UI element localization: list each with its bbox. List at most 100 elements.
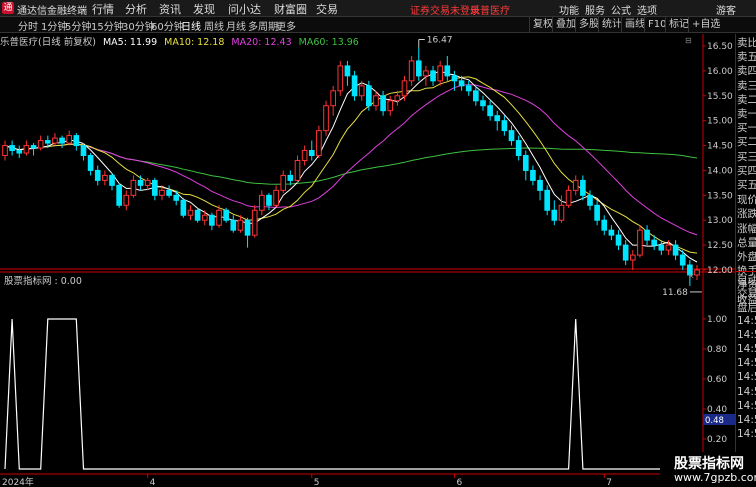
tab-daily[interactable]: 日线 (181, 18, 201, 33)
tab-weekly[interactable]: 周线 (204, 18, 224, 33)
statistics-button[interactable]: 统计 (598, 17, 622, 32)
window-restore-icon[interactable]: ⊟ (685, 36, 692, 45)
tab-1min[interactable]: 1分钟 (41, 18, 67, 33)
watermark-title: 股票指标网 (674, 456, 744, 472)
quote-stat-label: 现价 (737, 194, 756, 207)
add-watchlist-button[interactable]: +自选 (688, 17, 720, 32)
candle (537, 175, 543, 201)
tab-monthly[interactable]: 月线 (226, 18, 246, 33)
candlestick-chart[interactable]: 16.50 16.00 15.50 15.00 14.50 14.00 13.50 13.00… (0, 34, 735, 487)
overlay-button[interactable]: 叠加 (552, 17, 576, 32)
tab-multi-period[interactable]: 多周期 (248, 18, 278, 33)
indicator-title: 股票指标网 : 0.00 (4, 275, 82, 287)
candle (102, 170, 108, 186)
candle-body (387, 100, 394, 112)
f10-button[interactable]: F10 (644, 17, 666, 32)
menu-analysis[interactable]: 分析 (125, 1, 147, 17)
candle (287, 170, 294, 186)
candle (522, 150, 529, 181)
candle (194, 207, 201, 223)
candle (444, 55, 451, 81)
menu-ask[interactable]: 问小达 (228, 1, 261, 17)
candle-body (9, 145, 15, 152)
candle (337, 60, 344, 96)
candle-body (337, 65, 344, 92)
candle-body (230, 219, 237, 231)
candle (508, 125, 515, 146)
menu-trade[interactable]: 交易 (316, 1, 338, 17)
candle (251, 205, 258, 238)
candle-body (437, 65, 443, 82)
menu-news[interactable]: 资讯 (159, 1, 181, 17)
candle-body (465, 85, 472, 92)
candle-body (194, 209, 201, 221)
candle (565, 185, 572, 208)
candle (530, 165, 536, 186)
tab-15min[interactable]: 15分钟 (91, 18, 124, 33)
candle-body (480, 100, 486, 107)
order-book-label: 卖比 (737, 37, 756, 49)
candle (223, 207, 229, 223)
candle (551, 200, 558, 226)
candle (137, 175, 144, 191)
candle-body (637, 229, 643, 256)
menu-service[interactable]: 服务 (585, 2, 605, 17)
candle-body (665, 244, 672, 251)
time-tick-label: 2024年 (2, 476, 34, 487)
candle-body (52, 137, 58, 144)
candle (323, 100, 329, 136)
tick-time-label: 14:56 (737, 343, 756, 355)
candle-body (66, 135, 73, 144)
candle-body (2, 145, 8, 157)
tab-5min[interactable]: 5分钟 (65, 18, 91, 33)
candle-body (209, 214, 215, 226)
indicator-tick-label: 0.60 (707, 375, 727, 385)
order-book-label: 卖一 (737, 108, 756, 120)
trade-mode-label: 交易 (737, 288, 756, 301)
guest-user[interactable]: 游客 (716, 2, 736, 17)
quote-stat-label: 总量 (737, 236, 756, 249)
candle-body (273, 189, 279, 206)
menu-function[interactable]: 功能 (559, 2, 579, 17)
candle (622, 240, 629, 266)
ma-legend: 乐普医疗(日线 前复权) MA5: 11.99 MA10: 12.18 MA20… (0, 34, 363, 48)
candle-body (366, 85, 372, 107)
restore-rights-button[interactable]: 复权 (529, 17, 553, 32)
quote-stat-label: 外盘 (737, 251, 756, 263)
indicator-tick-label: 0.20 (707, 435, 727, 445)
candle-body (266, 194, 272, 206)
candle-body (80, 145, 87, 157)
candle-body (587, 194, 593, 206)
menu-wealth[interactable]: 财富圈 (274, 1, 307, 17)
menu-discover[interactable]: 发现 (193, 1, 215, 17)
stock-name: 乐普医疗 (470, 6, 510, 17)
candle-body (223, 209, 229, 221)
menu-options[interactable]: 选项 (637, 2, 657, 17)
menu-formula[interactable]: 公式 (611, 2, 631, 17)
candle-body (216, 209, 222, 226)
candle-body (344, 65, 351, 77)
app-title: 通达信金融终端 (17, 6, 87, 17)
candle (408, 55, 415, 86)
candle-body (430, 70, 436, 82)
multi-stock-button[interactable]: 多股 (575, 17, 599, 32)
close-pane-icon[interactable]: ✕ (688, 272, 695, 281)
order-book-label: 卖五 (737, 51, 756, 64)
tab-more[interactable]: 更多 (276, 18, 296, 33)
candle (494, 110, 501, 131)
tab-30min[interactable]: 30分钟 (122, 18, 155, 33)
candle-body (187, 209, 194, 216)
app-logo-icon: 通 (2, 2, 14, 14)
candle (259, 190, 265, 216)
candle-body (408, 60, 415, 82)
mark-button[interactable]: 标记 (665, 17, 689, 32)
menu-quotes[interactable]: 行情 (92, 1, 114, 17)
candle (37, 135, 44, 151)
ma20-line (4, 84, 698, 236)
pane-corner-icons: ⊟ ✕ (685, 36, 695, 281)
tab-60min[interactable]: 60分钟 (151, 18, 184, 33)
order-book-label: 卖四 (737, 65, 756, 78)
draw-line-button[interactable]: 画线 (621, 17, 645, 32)
candle (615, 230, 622, 251)
tab-intraday[interactable]: 分时 (18, 18, 38, 33)
